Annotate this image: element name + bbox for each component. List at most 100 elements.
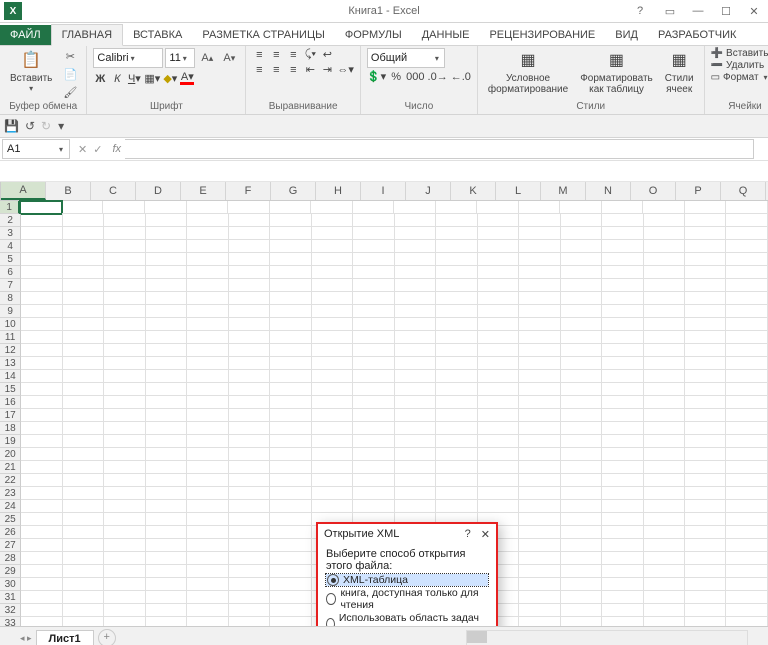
cell[interactable] [353,396,394,409]
cell[interactable] [519,383,560,396]
cell[interactable] [229,448,270,461]
cell[interactable] [146,435,187,448]
cell[interactable] [602,214,643,227]
cell[interactable] [187,214,228,227]
cell[interactable] [644,383,685,396]
cell[interactable] [602,604,643,617]
cell[interactable] [685,331,726,344]
cell[interactable] [187,461,228,474]
cell[interactable] [726,214,767,227]
cell[interactable] [561,474,602,487]
cell[interactable] [21,318,62,331]
cell[interactable] [644,279,685,292]
undo-icon[interactable]: ↺ [25,119,35,133]
cell[interactable] [270,578,311,591]
cell[interactable] [519,617,560,626]
cell[interactable] [561,279,602,292]
tab-review[interactable]: РЕЦЕНЗИРОВАНИЕ [479,25,605,45]
cell[interactable] [685,474,726,487]
cell[interactable] [104,240,145,253]
cell[interactable] [561,604,602,617]
column-header[interactable]: M [541,182,586,200]
cell[interactable] [21,539,62,552]
cell[interactable] [63,396,104,409]
cell[interactable] [519,344,560,357]
cell[interactable] [187,279,228,292]
cell[interactable] [561,539,602,552]
cell[interactable] [726,604,767,617]
cell[interactable] [229,526,270,539]
cell[interactable] [187,409,228,422]
cell[interactable] [187,435,228,448]
cell[interactable] [104,526,145,539]
cell[interactable] [63,227,104,240]
cell[interactable] [353,240,394,253]
cell[interactable] [104,370,145,383]
cell[interactable] [104,253,145,266]
cell[interactable] [685,409,726,422]
cell[interactable] [63,500,104,513]
cell[interactable] [436,487,477,500]
cell[interactable] [187,539,228,552]
cell[interactable] [644,305,685,318]
row-header[interactable]: 13 [0,357,21,370]
cell[interactable] [602,279,643,292]
column-header[interactable]: F [226,182,271,200]
cell[interactable] [726,396,767,409]
cell[interactable] [104,292,145,305]
cell[interactable] [312,214,353,227]
cell[interactable] [146,357,187,370]
cell[interactable] [270,526,311,539]
cell[interactable] [436,448,477,461]
cell[interactable] [519,591,560,604]
cell[interactable] [395,474,436,487]
cell[interactable] [478,370,519,383]
cell[interactable] [270,318,311,331]
cell[interactable] [602,331,643,344]
cell[interactable] [146,331,187,344]
cell[interactable] [146,266,187,279]
currency-icon[interactable]: 💲▾ [367,70,386,83]
cell[interactable] [187,422,228,435]
cell[interactable] [685,435,726,448]
cell[interactable] [63,578,104,591]
horizontal-scrollbar[interactable] [466,630,748,645]
cell[interactable] [685,539,726,552]
cell[interactable] [726,526,767,539]
cell[interactable] [21,214,62,227]
cell[interactable] [685,383,726,396]
dec-decimal-icon[interactable]: ←.0 [451,71,471,83]
cell[interactable] [685,513,726,526]
cell[interactable] [726,539,767,552]
cell[interactable] [602,422,643,435]
cell[interactable] [353,383,394,396]
cell[interactable] [21,487,62,500]
cell[interactable] [353,318,394,331]
cell[interactable] [644,487,685,500]
column-header[interactable]: O [631,182,676,200]
cell[interactable] [187,591,228,604]
align-middle-icon[interactable]: ≡ [269,49,283,61]
cell[interactable] [21,435,62,448]
cell[interactable] [436,214,477,227]
cell[interactable] [229,318,270,331]
column-header[interactable]: C [91,182,136,200]
cell[interactable] [519,279,560,292]
cell[interactable] [104,214,145,227]
cell[interactable] [229,617,270,626]
font-name-select[interactable]: Calibri▾ [93,48,163,68]
tab-developer[interactable]: РАЗРАБОТЧИК [648,25,746,45]
number-format-select[interactable]: Общий▾ [367,48,445,68]
bold-button[interactable]: Ж [93,73,107,85]
cell[interactable] [312,422,353,435]
column-header[interactable]: A [1,182,46,200]
cell[interactable] [21,279,62,292]
cell[interactable] [187,604,228,617]
cell[interactable] [21,305,62,318]
cell[interactable] [436,253,477,266]
cell[interactable] [229,266,270,279]
cell[interactable] [478,253,519,266]
add-sheet-button[interactable]: + [98,629,116,645]
cell[interactable] [602,552,643,565]
cell[interactable] [644,565,685,578]
